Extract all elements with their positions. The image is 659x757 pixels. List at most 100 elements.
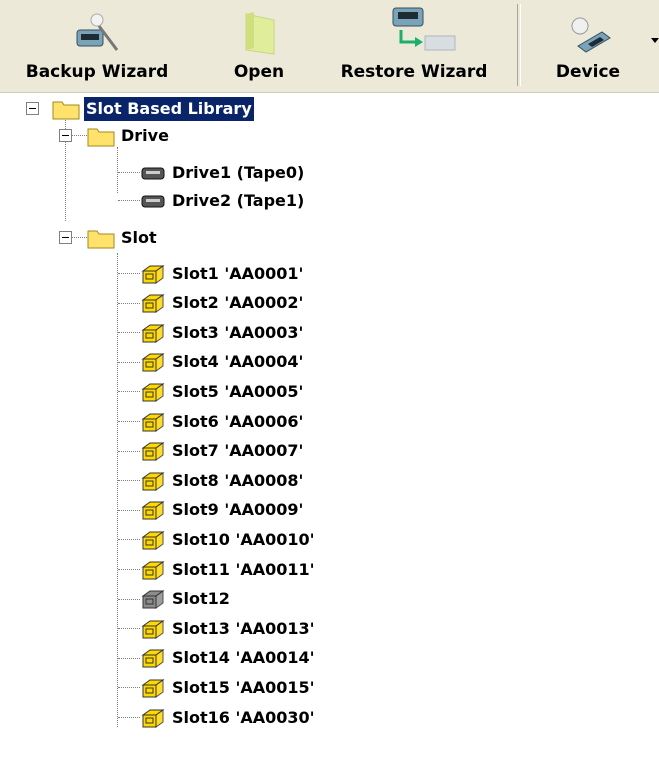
tree-node-drive-item[interactable]: Drive2 (Tape1) [140,187,306,214]
tree-connector [118,598,140,600]
tree-connector [118,450,140,452]
tape-cartridge-icon [140,707,166,729]
tree-node-slot-item[interactable]: Slot11 'AA0011' [140,556,317,583]
tree-node-label: Slot4 'AA0004' [172,352,304,372]
tree-connector [118,717,140,718]
backup-wizard-button[interactable]: Backup Wizard [0,0,194,92]
tree-node-slot-item[interactable]: Slot13 'AA0013' [140,615,317,642]
tape-drive-icon [140,191,166,211]
tree-connector [117,147,118,193]
tree-node-slot-item[interactable]: Slot16 'AA0030' [140,704,317,731]
tree-connector [118,509,140,511]
open-button[interactable]: Open [218,0,300,92]
tree-node-slot-item[interactable]: Slot12 [140,586,232,613]
tree-node-label: Drive [121,125,169,145]
tree-node-label: Slot12 [172,589,230,609]
tree-node-slot-item[interactable]: Slot14 'AA0014' [140,645,317,672]
folder-icon [87,227,115,249]
tree-node-slot-item[interactable]: Slot4 'AA0004' [140,349,305,376]
tree-node-slot-item[interactable]: Slot6 'AA0006' [140,408,305,435]
tree-node-label: Slot1 'AA0001' [172,263,304,283]
tape-drive-icon [140,163,166,183]
tree-connector [118,480,140,482]
tape-cartridge-icon [140,381,166,403]
tree-node-slot[interactable]: Slot [87,224,159,251]
tree-node-label: Drive1 (Tape0) [172,162,305,182]
tree-node-drive-item[interactable]: Drive1 (Tape0) [140,159,306,186]
device-icon [556,0,620,56]
tree-connector [118,657,140,659]
tree-node-slot-item[interactable]: Slot10 'AA0010' [140,526,317,553]
empty-slot-icon [140,588,166,610]
tape-cartridge-icon [140,440,166,462]
tree-node-label: Slot3 'AA0003' [172,322,304,342]
folder-icon [87,125,115,147]
tree-connector [118,687,140,689]
device-label: Device [555,62,621,82]
root-collapse-toggle[interactable] [26,102,39,115]
tree-connector [118,361,140,363]
open-label: Open [233,62,285,82]
restore-wizard-button[interactable]: Restore Wizard [320,0,508,92]
open-folder-icon [227,0,291,56]
tree-node-label: Slot6 'AA0006' [172,411,304,431]
tree-connector [117,253,118,727]
backup-wizard-label: Backup Wizard [25,62,169,82]
tree-connector [71,237,87,238]
tape-cartridge-icon [140,559,166,581]
device-button[interactable]: Device [536,0,640,92]
tree-node-label: Slot15 'AA0015' [172,677,315,697]
restore-wizard-label: Restore Wizard [340,62,488,82]
tape-cartridge-icon [140,499,166,521]
tree-node-slot-item[interactable]: Slot2 'AA0002' [140,290,305,317]
tree-node-slot-item[interactable]: Slot3 'AA0003' [140,319,305,346]
tree-node-label: Slot14 'AA0014' [172,648,315,668]
tree-connector [118,172,140,173]
tree-node-label: Slot9 'AA0009' [172,500,304,520]
slot-collapse-toggle[interactable] [59,231,72,244]
tree-node-slot-item[interactable]: Slot8 'AA0008' [140,467,305,494]
tree-node-label: Slot13 'AA0013' [172,618,315,638]
tree-connector [71,135,87,136]
tree-node-label: Slot Based Library [84,96,254,121]
tree-connector [118,628,140,630]
tree-node-label: Slot11 'AA0011' [172,559,315,579]
tree-node-label: Slot2 'AA0002' [172,293,304,313]
tree-node-slot-item[interactable]: Slot9 'AA0009' [140,497,305,524]
tree-connector [118,273,140,274]
tree-connector [118,332,140,334]
tape-cartridge-icon [140,470,166,492]
tree-node-slot-based-library[interactable]: Slot Based Library [52,95,254,122]
tree-node-slot-item[interactable]: Slot15 'AA0015' [140,674,317,701]
tape-cartridge-icon [140,529,166,551]
tree-connector [118,539,140,541]
tree-connector [118,569,140,570]
restore-wizard-icon [369,0,459,56]
tree-node-slot-item[interactable]: Slot1 'AA0001' [140,260,305,287]
tree-node-label: Slot8 'AA0008' [172,470,304,490]
tree-connector [118,200,140,201]
tape-cartridge-icon [140,677,166,699]
folder-icon [52,98,80,120]
toolbar-overflow-arrow-icon[interactable] [651,38,659,43]
tape-cartridge-icon [140,322,166,344]
tree-node-label: Slot5 'AA0005' [172,381,304,401]
tree-node-label: Slot16 'AA0030' [172,707,315,727]
library-tree: Slot Based Library Drive Drive1 (Tape0) … [0,92,659,757]
tree-connector [118,391,140,393]
tape-cartridge-icon [140,647,166,669]
tree-node-drive[interactable]: Drive [87,122,171,149]
tree-connector [65,107,66,221]
drive-collapse-toggle[interactable] [59,129,72,142]
tape-cartridge-icon [140,292,166,314]
tree-node-label: Slot [121,227,157,247]
backup-wizard-icon [65,0,129,56]
tree-node-slot-item[interactable]: Slot7 'AA0007' [140,438,305,465]
tree-node-label: Slot7 'AA0007' [172,441,304,461]
toolbar: Backup Wizard Open Restore Wizard Device [0,0,659,93]
tree-connector [118,302,140,304]
tape-cartridge-icon [140,263,166,285]
tree-node-slot-item[interactable]: Slot5 'AA0005' [140,378,305,405]
toolbar-separator [517,4,521,86]
tape-cartridge-icon [140,351,166,373]
